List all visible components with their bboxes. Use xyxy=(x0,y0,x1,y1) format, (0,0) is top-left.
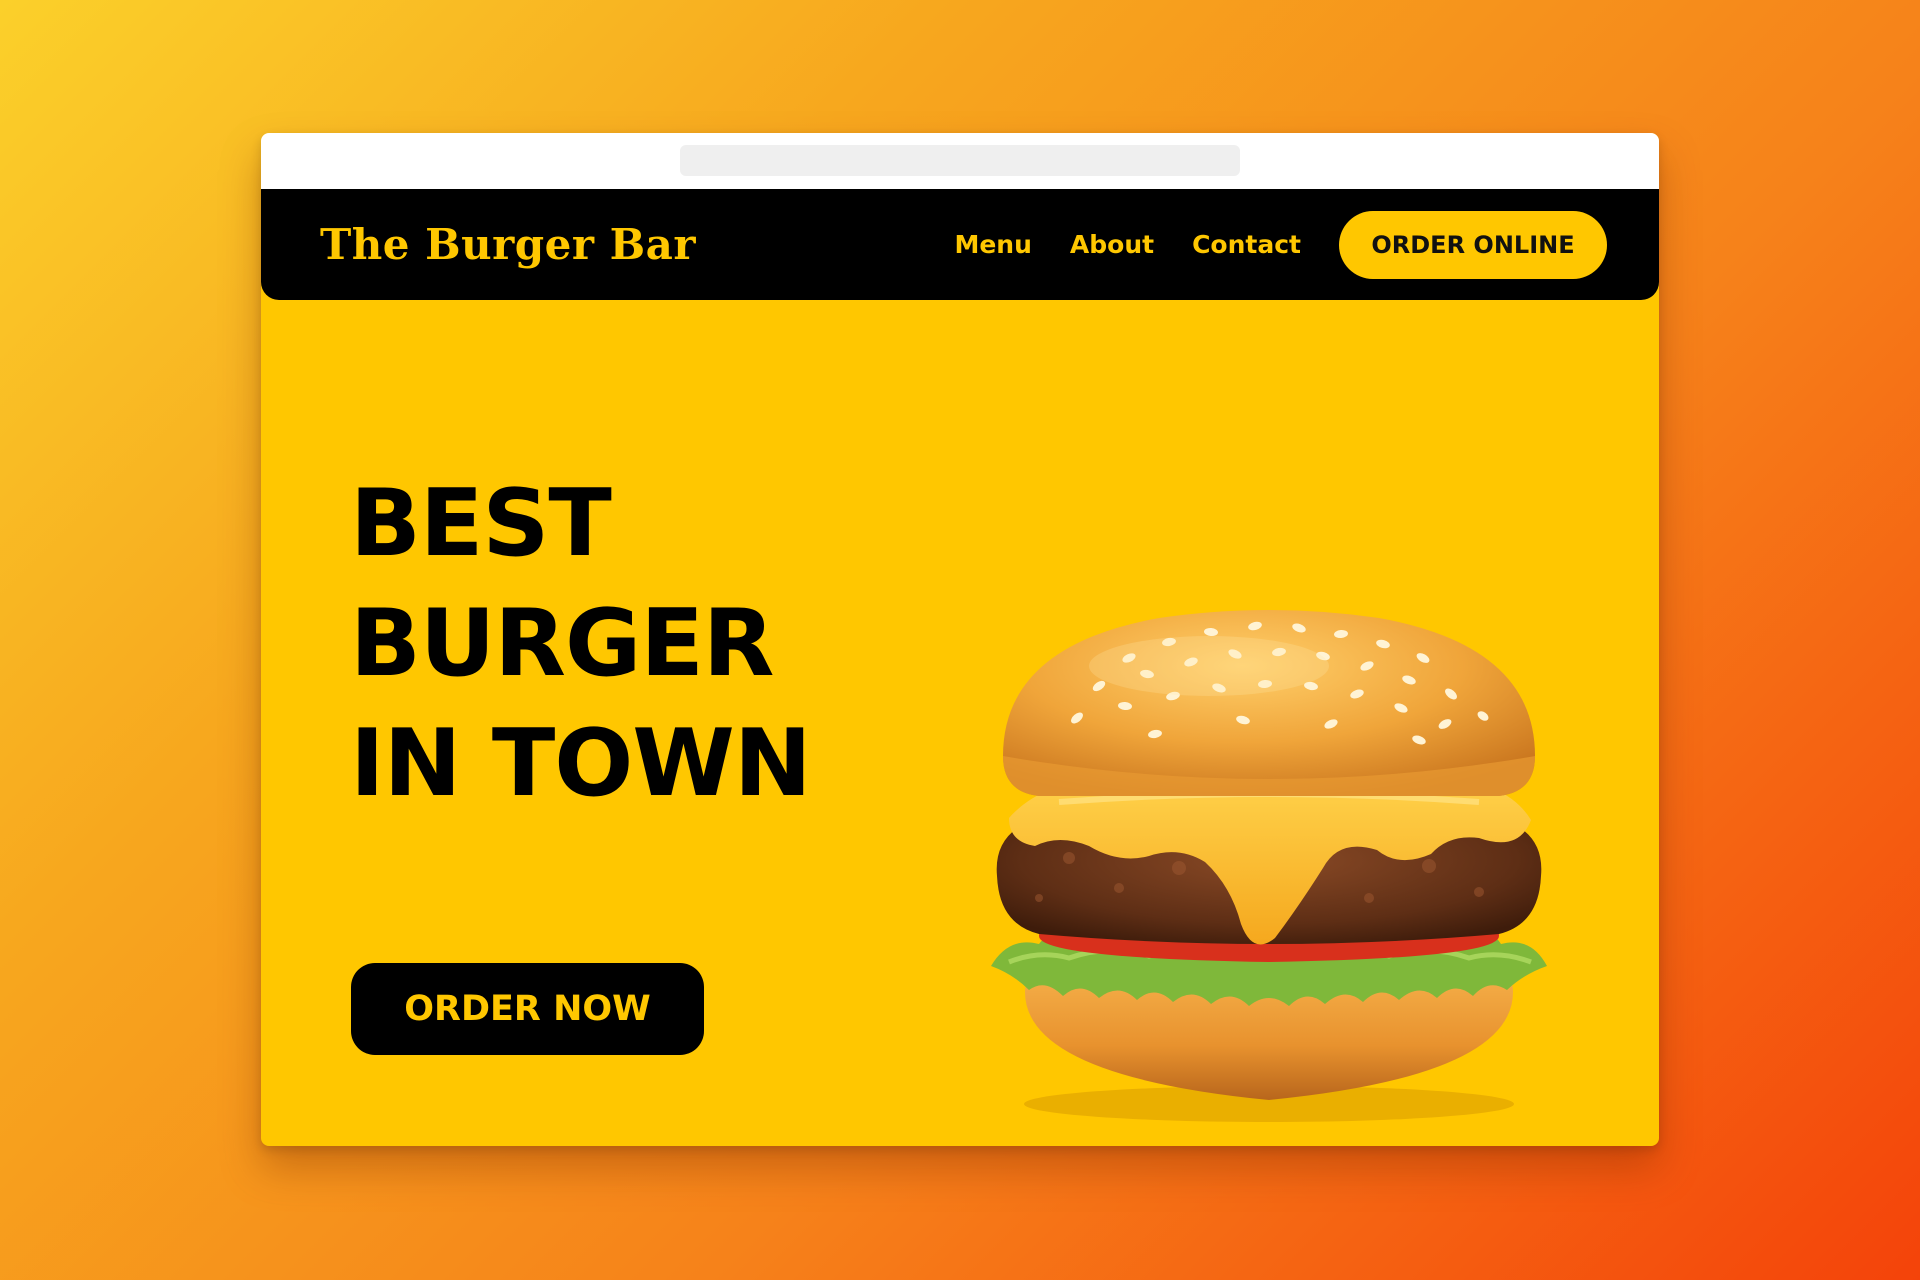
hero-heading-line-3: IN TOWN xyxy=(350,709,812,817)
burger-image xyxy=(991,610,1547,1122)
order-online-button[interactable]: ORDER ONLINE xyxy=(1339,210,1607,279)
hero-heading-line-1: BEST xyxy=(350,469,612,577)
nav-links: Menu About Contact ORDER ONLINE xyxy=(954,210,1607,279)
browser-title-bar xyxy=(261,133,1659,189)
hero-heading-line-2: BURGER xyxy=(350,589,775,697)
hero-section: BEST BURGER IN TOWN ORDER NOW xyxy=(261,300,1659,1146)
nav-link-contact[interactable]: Contact xyxy=(1192,230,1301,259)
nav-link-about[interactable]: About xyxy=(1070,230,1154,259)
nav-link-menu[interactable]: Menu xyxy=(954,230,1031,259)
brand-logo[interactable]: The Burger Bar xyxy=(320,220,696,269)
browser-window: The Burger Bar Menu About Contact ORDER … xyxy=(261,133,1659,1146)
hero-heading: BEST BURGER IN TOWN xyxy=(350,463,910,823)
site-navbar: The Burger Bar Menu About Contact ORDER … xyxy=(261,189,1659,300)
address-bar[interactable] xyxy=(680,145,1240,176)
order-now-button[interactable]: ORDER NOW xyxy=(351,963,704,1055)
